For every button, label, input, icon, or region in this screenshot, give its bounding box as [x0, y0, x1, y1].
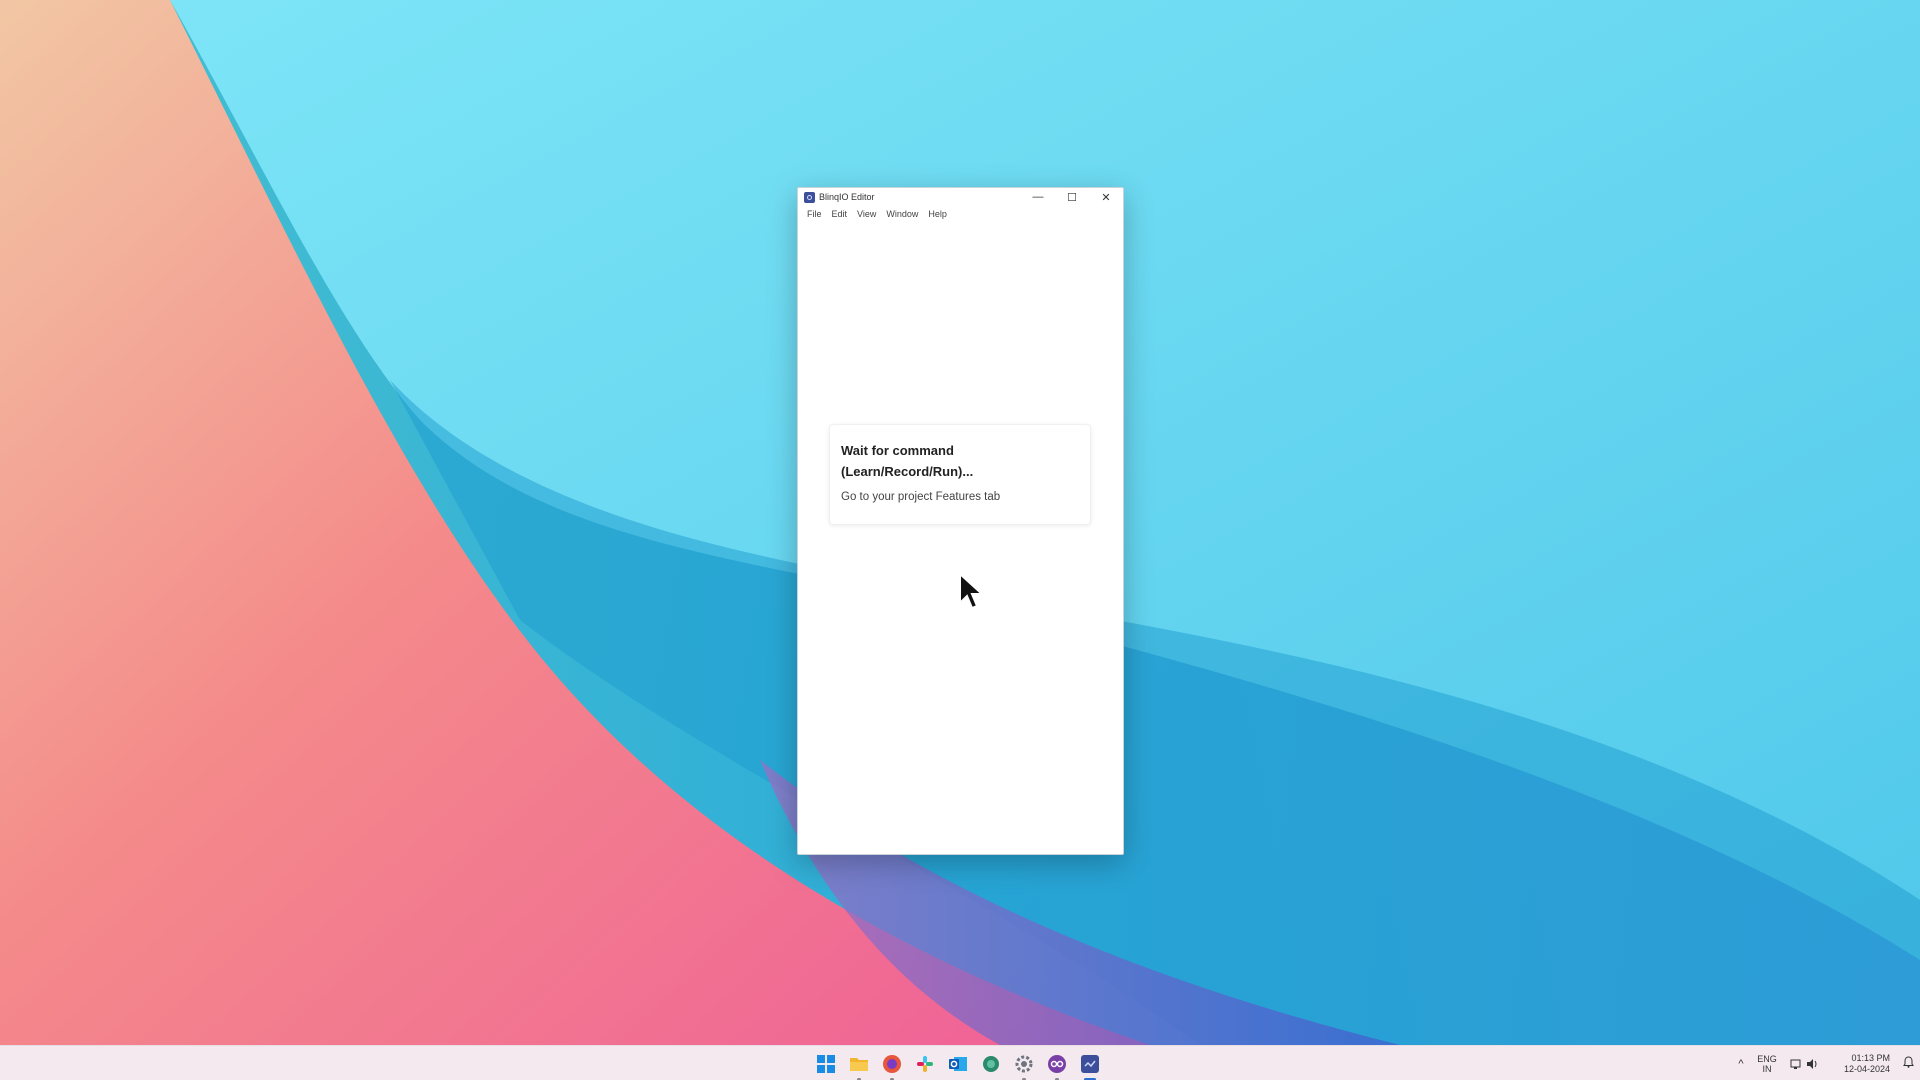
editor-window[interactable]: BlinqIO Editor — ☐ ✕ File Edit View Wind… — [797, 187, 1124, 855]
file-explorer-icon[interactable] — [847, 1052, 871, 1080]
menu-file[interactable]: File — [802, 209, 827, 219]
maximize-button[interactable]: ☐ — [1055, 188, 1089, 206]
desktop-background: BlinqIO Editor — ☐ ✕ File Edit View Wind… — [0, 0, 1920, 1080]
notification-bell-icon[interactable] — [1896, 1056, 1920, 1071]
clock-time: 01:13 PM — [1851, 1052, 1890, 1063]
language-indicator[interactable]: ENG IN — [1752, 1054, 1782, 1074]
status-card: Wait for command (Learn/Record/Run)... G… — [829, 424, 1091, 525]
menu-view[interactable]: View — [852, 209, 881, 219]
blinq-icon[interactable] — [1045, 1052, 1069, 1080]
status-title: Wait for command (Learn/Record/Run)... — [841, 443, 974, 479]
region-code: IN — [1762, 1063, 1772, 1074]
mouse-cursor-icon — [959, 572, 984, 610]
blinq-app-icon — [804, 191, 815, 203]
taskbar: ^ ENG IN 01:13 PM 12-04-2024 — [0, 1045, 1920, 1080]
clock-date: 12-04-2024 — [1843, 1063, 1890, 1074]
window-title: BlinqIO Editor — [819, 192, 875, 202]
minimize-button[interactable]: — — [1021, 188, 1055, 206]
menu-window[interactable]: Window — [881, 209, 923, 219]
firefox-icon[interactable] — [880, 1052, 904, 1080]
app-icon[interactable] — [979, 1052, 1003, 1076]
editor-icon[interactable] — [1078, 1052, 1102, 1080]
menu-bar: File Edit View Window Help — [798, 206, 1123, 222]
tray-status-icons[interactable] — [1782, 1058, 1826, 1070]
taskbar-apps — [814, 1046, 1102, 1080]
volume-icon — [1807, 1058, 1817, 1069]
system-tray: ^ ENG IN 01:13 PM 12-04-2024 — [1730, 1046, 1920, 1080]
status-subtitle: Go to your project Features tab — [841, 491, 1001, 503]
clock[interactable]: 01:13 PM 12-04-2024 — [1826, 1053, 1896, 1075]
menu-edit[interactable]: Edit — [827, 209, 853, 219]
language-code: ENG — [1757, 1053, 1777, 1064]
chevron-up-icon[interactable]: ^ — [1730, 1058, 1752, 1070]
slack-icon[interactable] — [913, 1052, 937, 1076]
settings-icon[interactable] — [1012, 1052, 1036, 1080]
close-button[interactable]: ✕ — [1089, 188, 1123, 206]
menu-help[interactable]: Help — [923, 209, 952, 219]
network-icon — [1790, 1059, 1801, 1069]
outlook-icon[interactable] — [946, 1052, 970, 1076]
title-bar[interactable]: BlinqIO Editor — ☐ ✕ — [798, 188, 1123, 206]
start-icon[interactable] — [814, 1052, 838, 1076]
